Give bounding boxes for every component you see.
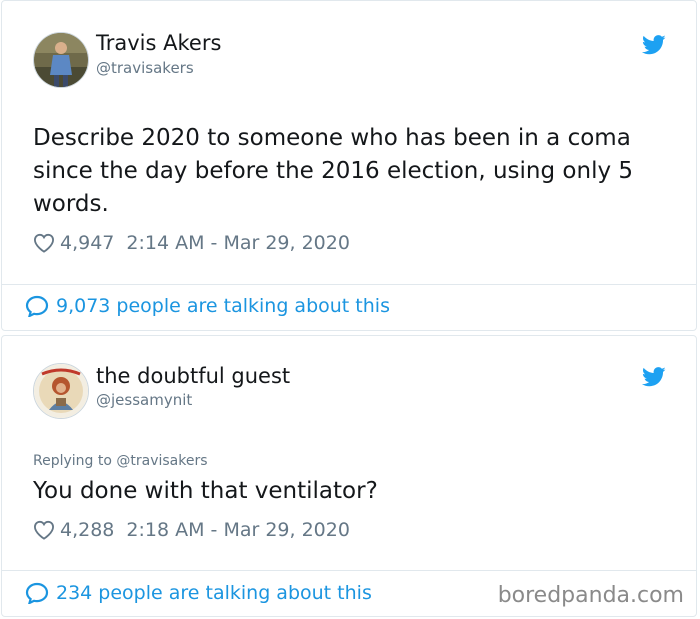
speech-bubble-icon (25, 295, 49, 317)
conversation-link[interactable]: 234 people are talking about this (25, 582, 372, 604)
tweet-timestamp[interactable]: 2:18 AM - Mar 29, 2020 (126, 519, 350, 541)
divider (2, 570, 696, 571)
speech-bubble-icon (25, 582, 49, 604)
divider (2, 284, 696, 285)
author-handle[interactable]: @jessamynit (96, 391, 192, 409)
author-name[interactable]: Travis Akers (96, 31, 221, 55)
author-avatar[interactable] (33, 32, 89, 88)
tweet-timestamp[interactable]: 2:14 AM - Mar 29, 2020 (126, 232, 350, 254)
tweet-card: Travis Akers @travisakers Describe 2020 … (1, 0, 697, 331)
author-handle[interactable]: @travisakers (96, 59, 194, 77)
tweet-meta: 4,288 2:18 AM - Mar 29, 2020 (33, 519, 350, 541)
conversation-link[interactable]: 9,073 people are talking about this (25, 295, 390, 317)
tweet-card: the doubtful guest @jessamynit Replying … (1, 335, 697, 617)
conversation-count[interactable]: 234 people are talking about this (56, 582, 372, 604)
tweet-text: You done with that ventilator? (33, 478, 378, 504)
tweet-meta: 4,947 2:14 AM - Mar 29, 2020 (33, 232, 350, 254)
author-name[interactable]: the doubtful guest (96, 364, 290, 388)
twitter-bird-icon[interactable] (642, 367, 666, 387)
person-photo-avatar-icon (34, 33, 88, 87)
twitter-bird-icon[interactable] (642, 35, 666, 55)
replying-to[interactable]: Replying to @travisakers (33, 453, 208, 469)
conversation-count[interactable]: 9,073 people are talking about this (56, 295, 390, 317)
heart-icon[interactable] (33, 520, 55, 540)
heart-icon[interactable] (33, 233, 55, 253)
like-count[interactable]: 4,947 (60, 232, 114, 254)
watermark: boredpanda.com (497, 583, 684, 608)
person-photo-avatar-icon (34, 364, 88, 418)
tweet-text: Describe 2020 to someone who has been in… (33, 125, 634, 217)
author-avatar[interactable] (33, 363, 89, 419)
like-count[interactable]: 4,288 (60, 519, 114, 541)
